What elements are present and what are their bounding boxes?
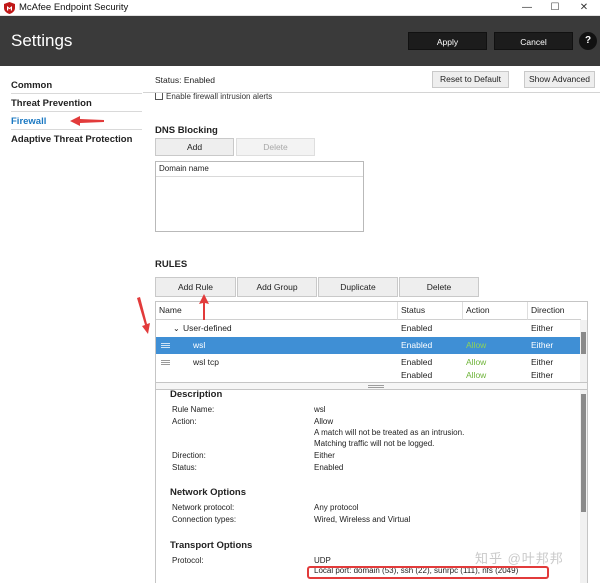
status-value: Enabled [314,463,344,472]
rule-direction: Either [531,370,554,380]
intrusion-alerts-checkbox[interactable] [155,91,163,100]
rule-status: Enabled [401,370,433,380]
connection-types-label: Connection types: [172,515,237,524]
drag-handle-icon[interactable] [161,360,170,361]
splitter-grip-icon[interactable] [368,385,384,388]
apply-button[interactable]: Apply [408,32,487,50]
domain-name-column-header[interactable]: Domain name [156,162,363,177]
help-icon[interactable]: ? [579,32,597,50]
rule-action: Allow [466,370,487,380]
rule-status: Enabled [401,323,433,333]
action-label: Action: [172,417,197,426]
dns-add-button[interactable]: Add [155,138,234,156]
add-group-button[interactable]: Add Group [237,277,317,297]
drag-handle-icon[interactable] [161,347,170,348]
sidebar-item-common[interactable]: Common [11,80,141,91]
status-label: Status: [172,463,197,472]
divider [11,129,142,130]
drag-handle-icon[interactable] [161,362,170,363]
action-value: Allow [314,417,334,426]
chevron-down-icon[interactable]: ⌄ [173,320,180,337]
window-title: McAfee Endpoint Security [19,2,129,13]
sidebar-item-threat-prevention[interactable]: Threat Prevention [11,98,141,109]
settings-header: Settings Apply Cancel ? [0,16,600,66]
group-name: User-defined [183,323,232,333]
intrusion-alerts-label: Enable firewall intrusion alerts [166,92,273,101]
reset-to-default-button[interactable]: Reset to Default [432,71,509,88]
network-protocol-label: Network protocol: [172,503,235,512]
action-detail: A match will not be treated as an intrus… [314,428,465,437]
status-toolbar: Status: Enabled Reset to Default Show Ad… [143,66,600,93]
dns-delete-button[interactable]: Delete [236,138,315,156]
column-header-direction[interactable]: Direction [528,302,581,320]
dns-domain-list[interactable]: Domain name [155,161,364,232]
protocol-value: UDP [314,556,331,565]
window-titlebar: McAfee Endpoint Security — ☐ ✕ [0,0,600,16]
transport-options-heading: Transport Options [170,540,253,551]
rule-action: Allow [466,340,487,350]
action-detail: Matching traffic will not be logged. [314,439,435,448]
maximize-button[interactable]: ☐ [540,0,570,16]
rules-heading: RULES [155,259,188,270]
description-scrollbar[interactable] [580,390,587,583]
settings-sidebar: Common Threat Prevention Firewall Adapti… [0,66,143,583]
column-header-status[interactable]: Status [398,302,463,320]
network-protocol-value: Any protocol [314,503,359,512]
watermark-text: 知乎 @叶邦邦 [475,551,564,566]
network-options-heading: Network Options [170,487,247,498]
column-header-action[interactable]: Action [463,302,528,320]
annotation-arrow-icon [137,297,150,334]
protocol-label: Protocol: [172,556,204,565]
page-title: Settings [11,31,73,50]
drag-handle-icon[interactable] [161,364,170,365]
rules-table: Name Status Action Direction ⌄ User-defi… [155,301,588,383]
drag-handle-icon[interactable] [161,343,170,344]
add-rule-button[interactable]: Add Rule [155,277,236,297]
drag-handle-icon[interactable] [161,345,170,346]
divider [11,111,142,112]
dns-blocking-heading: DNS Blocking [155,125,218,136]
close-window-button[interactable]: ✕ [569,0,599,16]
firewall-status-text: Status: Enabled [155,75,216,85]
table-row[interactable]: ⌄ User-defined Enabled Either [156,320,581,337]
description-heading: Description [170,390,223,400]
duplicate-button[interactable]: Duplicate [318,277,398,297]
annotation-arrow-icon [70,116,104,126]
table-row-selected[interactable]: wsl Enabled Allow Either [156,337,581,354]
cancel-button[interactable]: Cancel [494,32,573,50]
intrusion-alerts-option[interactable]: Enable firewall intrusion alerts [155,91,273,101]
sidebar-item-adaptive-threat-protection[interactable]: Adaptive Threat Protection [11,134,141,145]
rule-name: wsl [193,340,206,350]
rule-direction: Either [531,340,554,350]
show-advanced-button[interactable]: Show Advanced [524,71,595,88]
minimize-button[interactable]: — [512,0,542,16]
column-header-name[interactable]: Name [156,302,398,320]
rules-scrollbar[interactable] [580,320,587,382]
firewall-settings-panel: Status: Enabled Reset to Default Show Ad… [143,66,600,583]
annotation-highlight-box [307,566,549,579]
rule-name-value: wsl [314,405,326,414]
direction-label: Direction: [172,451,206,460]
table-row[interactable]: wsl tcp Enabled Allow Either [156,354,581,371]
rule-name: wsl tcp [193,357,219,367]
scrollbar-thumb[interactable] [581,394,586,512]
panel-splitter[interactable] [155,383,588,390]
rule-status: Enabled [401,340,433,350]
connection-types-value: Wired, Wireless and Virtual [314,515,411,524]
mcafee-shield-icon [4,2,15,14]
direction-value: Either [314,451,335,460]
table-row[interactable]: Enabled Allow Either [156,370,581,382]
rule-direction: Either [531,323,554,333]
scrollbar-thumb[interactable] [581,332,586,354]
annotation-arrow-icon [199,294,209,320]
delete-rule-button[interactable]: Delete [399,277,479,297]
rule-name-label: Rule Name: [172,405,215,414]
divider [11,93,142,94]
